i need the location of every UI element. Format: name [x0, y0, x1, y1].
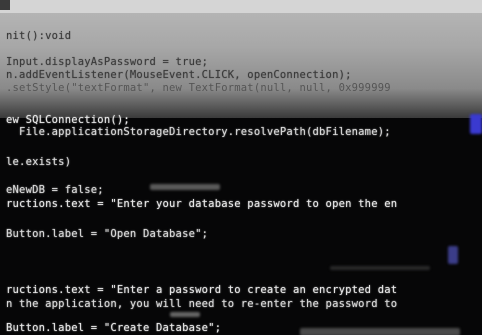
code-line: ew SQLConnection();	[6, 114, 130, 126]
editor-tab-strip	[0, 0, 482, 13]
code-line: File.applicationStorageDirectory.resolve…	[6, 126, 391, 138]
code-line: Input.displayAsPassword = true;	[6, 56, 209, 68]
code-line: nit():void	[6, 30, 72, 42]
code-area[interactable]: nit():void Input.displayAsPassword = tru…	[0, 18, 482, 335]
code-line: n the application, you will need to re-e…	[6, 298, 398, 310]
corner-shadow	[0, 0, 10, 10]
code-line: n.addEventListener(MouseEvent.CLICK, ope…	[6, 69, 352, 81]
code-line: Button.label = "Create Database";	[6, 322, 222, 334]
blur-artifact	[150, 184, 220, 190]
code-line: Button.label = "Open Database";	[6, 228, 209, 240]
blur-artifact	[448, 246, 458, 264]
code-line: le.exists)	[6, 156, 72, 168]
code-line: eNewDB = false;	[6, 184, 104, 196]
code-editor-screen: nit():void Input.displayAsPassword = tru…	[0, 0, 482, 335]
blur-artifact	[330, 266, 430, 270]
blur-artifact	[470, 114, 482, 134]
code-line: .setStyle("textFormat", new TextFormat(n…	[6, 82, 391, 94]
code-line: ructions.text = "Enter your database pas…	[6, 198, 398, 210]
blur-artifact	[170, 312, 200, 317]
code-line: ructions.text = "Enter a password to cre…	[6, 284, 398, 296]
blur-artifact	[300, 328, 460, 335]
